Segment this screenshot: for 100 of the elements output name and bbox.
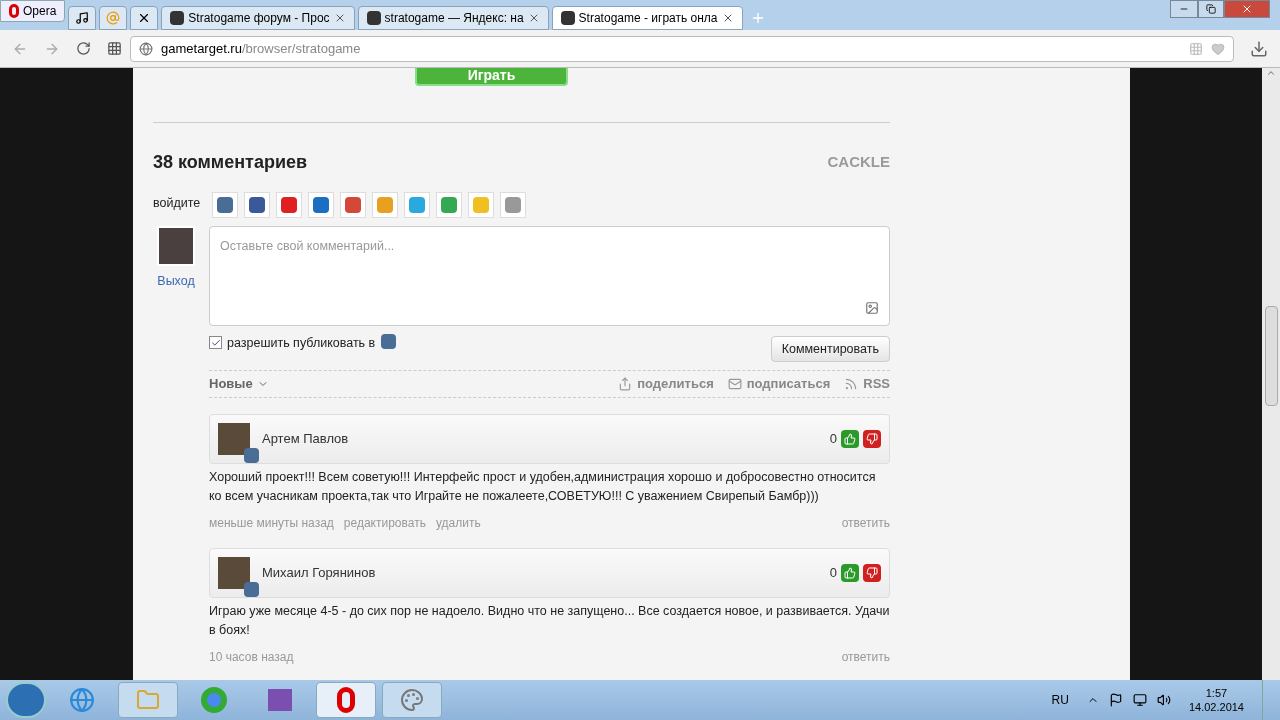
thumbs-down-icon: [866, 567, 878, 579]
app-logo-icon: [268, 689, 292, 711]
reply-link[interactable]: ответить: [841, 514, 890, 532]
taskbar-app-button[interactable]: [382, 682, 442, 718]
volume-icon[interactable]: [1156, 693, 1171, 707]
author-name: Михаил Горянинов: [262, 564, 376, 583]
taskbar-app-button[interactable]: [316, 682, 376, 718]
thumbs-up-icon: [844, 567, 856, 579]
tab-title: Stratogame форум - Прос: [188, 10, 330, 27]
browser-tab[interactable]: Stratogame форум - Прос: [161, 6, 355, 30]
comment-text: Играю уже месяце 4-5 - до сих пор не надоело. Видно что не запущено... Все создается новое, и развивается. Удачи в боях!: [209, 603, 890, 639]
restore-button[interactable]: [1198, 0, 1224, 18]
site-icon: [560, 11, 575, 25]
play-button[interactable]: Играть: [415, 68, 568, 86]
grid-icon[interactable]: [1189, 41, 1203, 56]
check-icon: [210, 337, 221, 348]
speed-dial-icon[interactable]: [107, 41, 122, 56]
comment-link[interactable]: удалить: [435, 514, 481, 532]
vk-badge-icon: [244, 448, 259, 463]
palette-icon: [400, 688, 424, 712]
browser-tab[interactable]: Stratogame - играть онла: [551, 6, 743, 30]
language-indicator[interactable]: RU: [1051, 691, 1069, 709]
social-login-button[interactable]: [276, 192, 302, 218]
avatar-placeholder: [157, 226, 195, 266]
vote-score: 0: [829, 564, 837, 583]
minimize-button[interactable]: [1170, 0, 1198, 18]
social-login-button[interactable]: [436, 192, 462, 218]
comment-action-link[interactable]: RSS: [844, 374, 890, 394]
like-button[interactable]: [841, 564, 859, 582]
publish-label: разрешить публиковать в: [227, 335, 376, 352]
opera-logo-icon: [9, 4, 19, 18]
social-login-button[interactable]: [308, 192, 334, 218]
social-login-button[interactable]: [340, 192, 366, 218]
download-icon[interactable]: [1250, 39, 1268, 58]
flag-icon[interactable]: [1108, 693, 1123, 707]
scroll-up-icon[interactable]: [1266, 68, 1276, 78]
clock[interactable]: 1:57 14.02.2014: [1180, 686, 1252, 714]
vk-badge-icon: [244, 582, 259, 597]
folder-icon: [136, 688, 160, 712]
social-logo-icon: [217, 197, 233, 213]
scrollbar-thumb[interactable]: [1264, 306, 1278, 406]
music-note-icon: [75, 11, 90, 25]
rss-icon: [844, 377, 859, 391]
reply-link[interactable]: ответить: [841, 648, 890, 666]
social-logo-icon: [249, 197, 265, 213]
comment-link[interactable]: редактировать: [343, 514, 426, 532]
comments-heading: 38 комментариев: [153, 151, 308, 174]
reload-icon[interactable]: [76, 41, 91, 56]
comment-action-link[interactable]: поделиться: [618, 374, 714, 394]
comment-field[interactable]: Оставьте свой комментарий...: [220, 237, 879, 301]
social-login-button[interactable]: [212, 192, 238, 218]
start-button[interactable]: [6, 682, 46, 718]
image-icon[interactable]: [865, 301, 879, 315]
close-icon: [1241, 3, 1253, 15]
social-logo-icon: [345, 197, 361, 213]
vk-icon: [381, 334, 397, 349]
submit-comment-button[interactable]: Комментировать: [770, 336, 890, 362]
address-field[interactable]: gametarget.ru/browser/stratogame: [130, 35, 1234, 62]
thumbs-down-icon: [866, 433, 878, 445]
dislike-button[interactable]: [863, 564, 881, 582]
dislike-button[interactable]: [863, 430, 881, 448]
cackle-logo: CACKLE: [827, 152, 890, 173]
restore-icon: [1206, 4, 1216, 14]
comment-time: меньше минуты назад: [209, 515, 334, 532]
social-logo-icon: [409, 197, 425, 213]
network-icon[interactable]: [1132, 693, 1147, 707]
social-logo-icon: [441, 197, 457, 213]
tab-title: stratogame — Яндекс: на: [384, 10, 524, 27]
avatar-placeholder: [218, 557, 250, 589]
comment-input[interactable]: Оставьте свой комментарий...: [209, 226, 890, 326]
sort-dropdown[interactable]: Новые: [209, 374, 269, 394]
social-login-button[interactable]: [244, 192, 270, 218]
tab-title: Stratogame - играть онла: [578, 10, 718, 27]
site-icon: [170, 11, 185, 25]
at-sign-icon: [106, 11, 121, 25]
pinned-tab[interactable]: [130, 6, 159, 30]
logout-link[interactable]: Выход: [157, 272, 195, 291]
share-icon: [618, 377, 633, 391]
heart-icon[interactable]: [1211, 41, 1225, 56]
url-text: gametarget.ru/browser/stratogame: [161, 39, 361, 58]
avatar-placeholder: [218, 423, 250, 455]
comment-time: 10 часов назад: [209, 649, 294, 666]
like-button[interactable]: [841, 430, 859, 448]
vote-score: 0: [829, 430, 837, 449]
social-logo-icon: [377, 197, 393, 213]
social-logo-icon: [313, 197, 329, 213]
pinned-tab[interactable]: [68, 6, 97, 30]
thumbs-up-icon: [844, 433, 856, 445]
comment-action-link[interactable]: подписаться: [727, 374, 831, 394]
social-login-button[interactable]: [500, 192, 526, 218]
opera-menu-button[interactable]: Opera: [0, 0, 66, 22]
opera-logo-icon: [337, 687, 355, 713]
scrollbar[interactable]: [1262, 68, 1280, 680]
social-logo-icon: [473, 197, 489, 213]
browser-globe-icon: [69, 687, 95, 713]
browser-tab[interactable]: stratogame — Яндекс: на: [357, 6, 549, 30]
publish-checkbox[interactable]: [209, 336, 222, 349]
site-icon: [366, 11, 381, 25]
social-logo-icon: [505, 197, 521, 213]
browser-logo-icon: [201, 687, 227, 713]
